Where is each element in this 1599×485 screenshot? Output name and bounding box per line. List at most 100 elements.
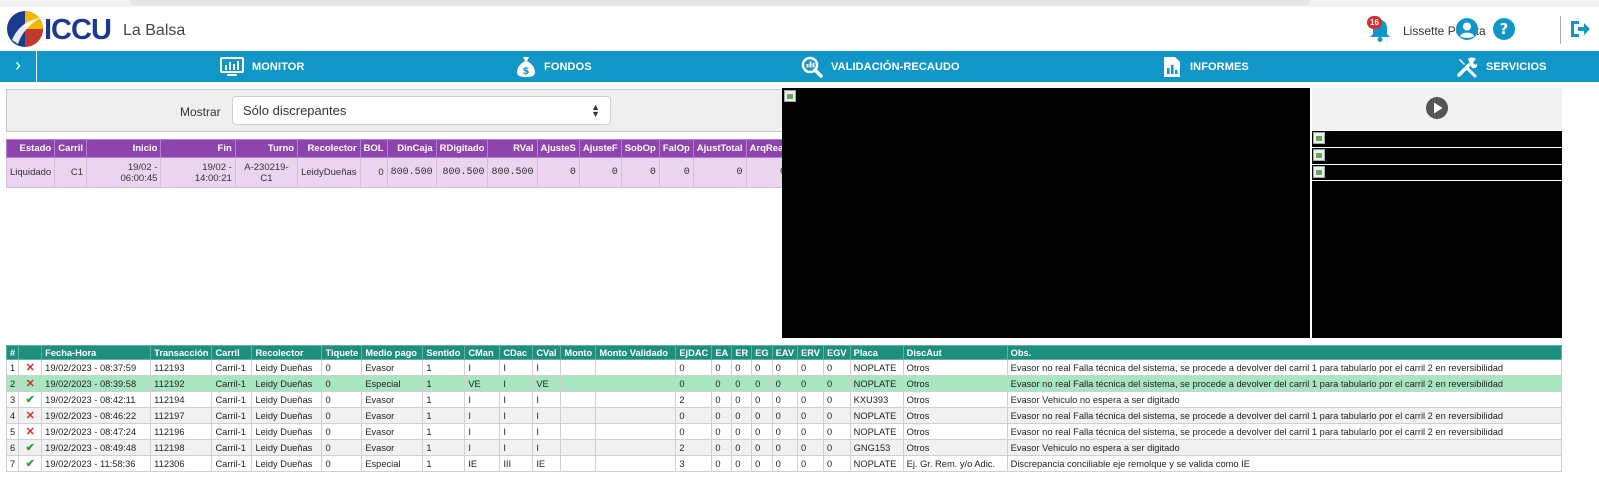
summary-col-header[interactable]: SobOp [620,139,660,158]
tx-col-header[interactable]: EjDAC [675,345,713,360]
tx-col-header[interactable]: CVal [532,345,562,360]
table-row[interactable]: 6 ✔ 19/02/2023 - 08:49:48 112198 Carril-1 Lei… [5,439,1563,456]
table-cell: 0 [321,439,363,456]
tx-col-header[interactable]: Fecha-Hora [41,345,152,360]
table-cell: 0 [321,407,363,424]
nav-item-monitor[interactable]: MONITOR [220,51,304,82]
tx-col-header[interactable]: Tiquete [321,345,363,360]
summary-col-header[interactable]: Turno [234,139,299,158]
table-cell: 0 [321,375,363,392]
status-cell: ✕ [18,359,43,376]
table-cell: 0 [731,407,753,424]
table-cell [560,391,597,408]
video-viewer[interactable] [782,88,1310,338]
tx-col-header[interactable]: Monto [560,345,597,360]
summary-cell: A-230219-C1 [234,157,299,188]
table-cell: 0 [675,375,713,392]
summary-col-header[interactable]: RVal [487,139,538,158]
table-cell: Evasor Vehiculo no espera a ser digitado [1006,439,1563,456]
user-avatar-icon[interactable] [1455,17,1479,41]
summary-col-header[interactable]: Estado [5,139,56,158]
summary-header-row: Estado Carril Inicio Fin Turno Recolector BOL D… [5,139,791,158]
summary-col-header[interactable]: AjusteF [578,139,622,158]
nav-item-informes[interactable]: INFORMES [1162,51,1249,82]
tx-col-header[interactable]: Sentido [422,345,466,360]
table-cell: 0 [751,359,773,376]
summary-cell: 0 [536,157,580,188]
nav-item-validacion-recaudo[interactable]: VALIDACIÓN-RECAUDO [801,51,960,82]
sidebar-toggle-button[interactable]: › [0,51,37,82]
tx-col-header[interactable]: CDac [499,345,534,360]
address-bar-edge [130,0,1310,5]
table-cell: 0 [771,407,799,424]
summary-row[interactable]: Liquidado C1 19/02 - 06:00:45 19/02 - 14:00… [5,157,791,188]
summary-col-header[interactable]: AjustTotal [692,139,747,158]
table-cell: 0 [823,391,851,408]
play-icon[interactable] [1425,96,1449,120]
table-cell: VE [464,375,501,392]
table-cell: NOPLATE [849,359,904,376]
header-separator [1560,16,1561,44]
table-cell: 0 [711,423,733,440]
table-cell: Leidy Dueñas [251,455,323,472]
tx-col-header[interactable]: # [5,345,20,360]
table-cell: Evasor [361,359,424,376]
tx-col-header[interactable]: CMan [464,345,501,360]
table-row[interactable]: 2 ✕ 19/02/2023 - 08:39:58 112192 Carril-1 Lei… [5,375,1563,392]
table-cell: Carril-1 [211,407,253,424]
summary-col-header[interactable]: Carril [54,139,88,158]
logout-icon[interactable] [1568,17,1592,41]
table-row[interactable]: 7 ✔ 19/02/2023 - 11:58:36 112306 Carril-1 Lei… [5,455,1563,472]
table-cell: 0 [797,439,824,456]
summary-col-header[interactable]: Inicio [86,139,162,158]
nav-item-fondos[interactable]: $ FONDOS [516,51,592,82]
table-row[interactable]: 3 ✔ 19/02/2023 - 08:42:11 112194 Carril-1 Lei… [5,391,1563,408]
tx-col-header[interactable]: Transacción [150,345,213,360]
table-cell: 0 [771,375,799,392]
summary-col-header[interactable]: RDigitado [435,139,489,158]
table-cell: I [464,439,501,456]
tx-col-header[interactable]: EA [711,345,733,360]
summary-col-header[interactable]: Recolector [297,139,361,158]
site-name: La Balsa [123,22,186,39]
broken-image-icon [1313,132,1325,144]
table-row[interactable]: 4 ✕ 19/02/2023 - 08:46:22 112197 Carril-1 Lei… [5,407,1563,424]
tx-col-header[interactable]: Placa [849,345,904,360]
summary-col-header[interactable]: FalOp [658,139,694,158]
table-cell: 112192 [150,375,213,392]
summary-cell: LeidyDueñas [297,157,361,188]
camera-thumbnail[interactable] [1312,147,1562,162]
tx-col-header[interactable]: EG [751,345,773,360]
summary-cell: 0 [620,157,660,188]
broken-image-icon [784,90,796,102]
table-cell: NOPLATE [849,375,904,392]
table-row[interactable]: 1 ✕ 19/02/2023 - 08:37:59 112193 Carril-1 Lei… [5,359,1563,376]
table-cell [595,407,677,424]
summary-col-header[interactable]: DinCaja [386,139,437,158]
tx-col-header[interactable]: ER [731,345,753,360]
tx-col-header[interactable]: EAV [771,345,799,360]
tx-col-header[interactable] [18,345,43,360]
tx-col-header[interactable]: DiscAut [902,345,1008,360]
help-icon[interactable]: ? [1492,17,1516,41]
camera-thumbnail[interactable] [1312,164,1562,179]
table-cell: 0 [797,359,824,376]
tx-col-header[interactable]: Carril [211,345,253,360]
summary-col-header[interactable]: AjusteS [536,139,580,158]
table-cell: 0 [823,439,851,456]
tx-col-header[interactable]: EGV [823,345,851,360]
camera-thumbnail[interactable] [1312,130,1562,145]
table-cell: 19/02/2023 - 08:47:24 [41,423,152,440]
tx-col-header[interactable]: Medio pago [361,345,424,360]
table-cell: 19/02/2023 - 08:39:58 [41,375,152,392]
tx-col-header[interactable]: Recolector [251,345,323,360]
table-cell: 0 [823,407,851,424]
tx-col-header[interactable]: Monto Validado [595,345,677,360]
summary-col-header[interactable]: BOL [359,139,388,158]
tx-col-header[interactable]: ERV [797,345,824,360]
mostrar-select[interactable]: Sólo discrepantes ▲ ▼ [232,96,611,125]
summary-col-header[interactable]: Fin [160,139,236,158]
table-row[interactable]: 5 ✕ 19/02/2023 - 08:47:24 112196 Carril-1 Lei… [5,423,1563,440]
tx-col-header[interactable]: Obs. [1006,345,1563,360]
nav-item-servicios[interactable]: SERVICIOS [1456,51,1547,82]
